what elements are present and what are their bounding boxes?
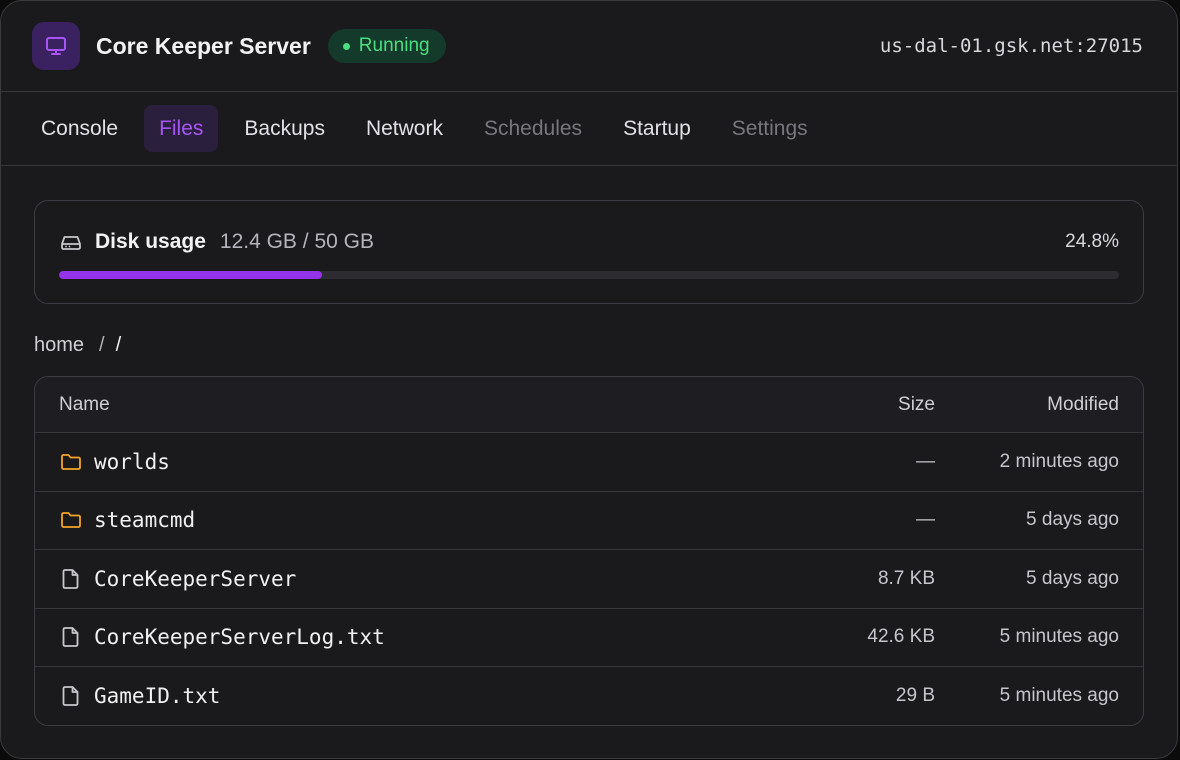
monitor-icon [32, 22, 80, 70]
server-address[interactable]: us-dal-01.gsk.net:27015 [880, 35, 1143, 57]
column-header-modified[interactable]: Modified [935, 394, 1119, 416]
file-icon [59, 625, 83, 649]
folder-icon [59, 450, 83, 474]
file-size: 8.7 KB [877, 567, 935, 589]
tab-network[interactable]: Network [348, 105, 461, 152]
breadcrumb-separator: / [99, 333, 105, 356]
tab-settings[interactable]: Settings [714, 105, 826, 152]
column-header-size[interactable]: Size [795, 394, 935, 416]
server-header: Core Keeper Server Running us-dal-01.gsk… [1, 1, 1177, 92]
hard-drive-icon [59, 230, 83, 254]
table-row[interactable]: steamcmd — 5 days ago [35, 492, 1143, 550]
breadcrumb-home[interactable]: home [34, 334, 84, 357]
disk-usage-card: Disk usage 12.4 GB / 50 GB 24.8% [34, 200, 1144, 304]
page-title: Core Keeper Server [96, 32, 311, 59]
table-row[interactable]: worlds — 2 minutes ago [35, 433, 1143, 492]
status-badge: Running [327, 29, 446, 63]
file-modified: 2 minutes ago [999, 450, 1119, 472]
tab-startup[interactable]: Startup [605, 105, 709, 152]
file-name: CoreKeeperServer [94, 566, 297, 591]
file-name: steamcmd [94, 508, 196, 533]
file-modified: 5 minutes ago [999, 626, 1119, 648]
status-label: Running [358, 35, 430, 56]
file-modified: 5 days ago [1026, 567, 1119, 589]
server-window: Core Keeper Server Running us-dal-01.gsk… [0, 0, 1178, 759]
file-modified: 5 minutes ago [999, 685, 1119, 707]
file-icon [59, 684, 83, 708]
file-size: — [916, 450, 935, 472]
file-modified: 5 days ago [1026, 509, 1119, 531]
tab-schedules[interactable]: Schedules [466, 105, 600, 152]
disk-usage-bar [59, 271, 1119, 279]
table-row[interactable]: CoreKeeperServer 8.7 KB 5 days ago [35, 550, 1143, 609]
table-row[interactable]: GameID.txt 29 B 5 minutes ago [35, 667, 1143, 725]
disk-usage-percent: 24.8% [1065, 231, 1119, 252]
file-icon [59, 567, 83, 591]
disk-usage-bar-fill [59, 271, 322, 279]
folder-icon [59, 508, 83, 532]
status-dot-icon [342, 42, 350, 50]
tab-files[interactable]: Files [144, 105, 219, 152]
file-name: worlds [94, 449, 170, 474]
column-header-name[interactable]: Name [59, 394, 795, 416]
tab-bar: Console Files Backups Network Schedules … [1, 92, 1177, 166]
tab-backups[interactable]: Backups [226, 105, 343, 152]
file-size: 42.6 KB [867, 626, 935, 648]
disk-usage-label: Disk usage [95, 230, 206, 253]
file-name: GameID.txt [94, 684, 221, 709]
file-name: CoreKeeperServerLog.txt [94, 625, 385, 650]
table-header: Name Size Modified [35, 377, 1143, 433]
breadcrumb: home / / [34, 332, 121, 358]
breadcrumb-current: / [115, 333, 122, 356]
table-row[interactable]: CoreKeeperServerLog.txt 42.6 KB 5 minute… [35, 609, 1143, 667]
disk-usage-value: 12.4 GB / 50 GB [219, 230, 374, 253]
file-size: 29 B [895, 685, 935, 707]
file-table: Name Size Modified worlds — 2 minutes ag… [34, 376, 1144, 726]
file-size: — [916, 509, 935, 531]
tab-console[interactable]: Console [23, 105, 136, 152]
